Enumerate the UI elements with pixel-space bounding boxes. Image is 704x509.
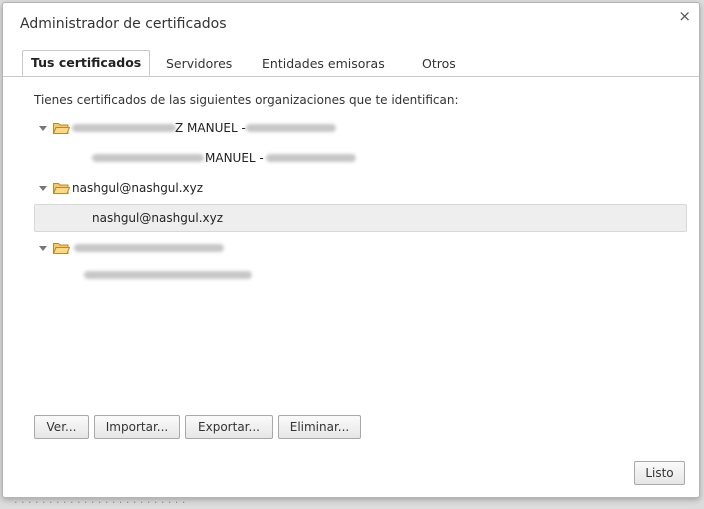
tab-servers[interactable]: Servidores: [158, 52, 240, 76]
tree-group-2[interactable]: nashgul@nashgul.xyz: [34, 174, 687, 202]
backdrop-text: · · · · · · · · · · · · · · · · · · · · …: [14, 496, 186, 509]
triangle-down-icon[interactable]: [39, 246, 47, 251]
tree-group-3[interactable]: [34, 234, 687, 262]
redacted-text: [246, 124, 336, 132]
tab-bar: Tus certificados Servidores Entidades em…: [3, 50, 699, 77]
tree-item-2-selected[interactable]: nashgul@nashgul.xyz: [34, 204, 687, 232]
tree-group-1[interactable]: Z MANUEL -: [34, 114, 687, 142]
tree-item-2-label: nashgul@nashgul.xyz: [92, 211, 224, 225]
tree-group-1-label: Z MANUEL -: [175, 121, 246, 135]
close-icon[interactable]: ×: [678, 9, 691, 24]
delete-button[interactable]: Eliminar...: [278, 415, 361, 439]
redacted-text: [92, 154, 204, 162]
tab-authorities[interactable]: Entidades emisoras: [254, 52, 393, 76]
folder-open-icon: [53, 183, 70, 194]
dialog-title: Administrador de certificados: [20, 16, 227, 32]
tree-group-2-label: nashgul@nashgul.xyz: [72, 181, 204, 195]
tree-item-1[interactable]: MANUEL -: [34, 144, 687, 172]
folder-open-icon: [53, 123, 70, 134]
tree-item-3[interactable]: [34, 261, 687, 289]
folder-open-icon: [53, 243, 70, 254]
redacted-text: [84, 271, 252, 279]
tab-others[interactable]: Otros: [414, 52, 464, 76]
export-button[interactable]: Exportar...: [185, 415, 273, 439]
view-button[interactable]: Ver...: [34, 415, 89, 439]
tree-item-1-label: MANUEL -: [205, 151, 264, 165]
intro-text: Tienes certificados de las siguientes or…: [34, 93, 459, 107]
triangle-down-icon[interactable]: [39, 126, 47, 131]
certificate-manager-dialog: Administrador de certificados × Tus cert…: [2, 2, 700, 498]
redacted-text: [72, 124, 176, 132]
redacted-text: [266, 154, 356, 162]
import-button[interactable]: Importar...: [94, 415, 180, 439]
redacted-text: [74, 244, 224, 252]
done-button[interactable]: Listo: [634, 461, 685, 485]
triangle-down-icon[interactable]: [39, 186, 47, 191]
tab-your-certificates[interactable]: Tus certificados: [22, 50, 151, 76]
